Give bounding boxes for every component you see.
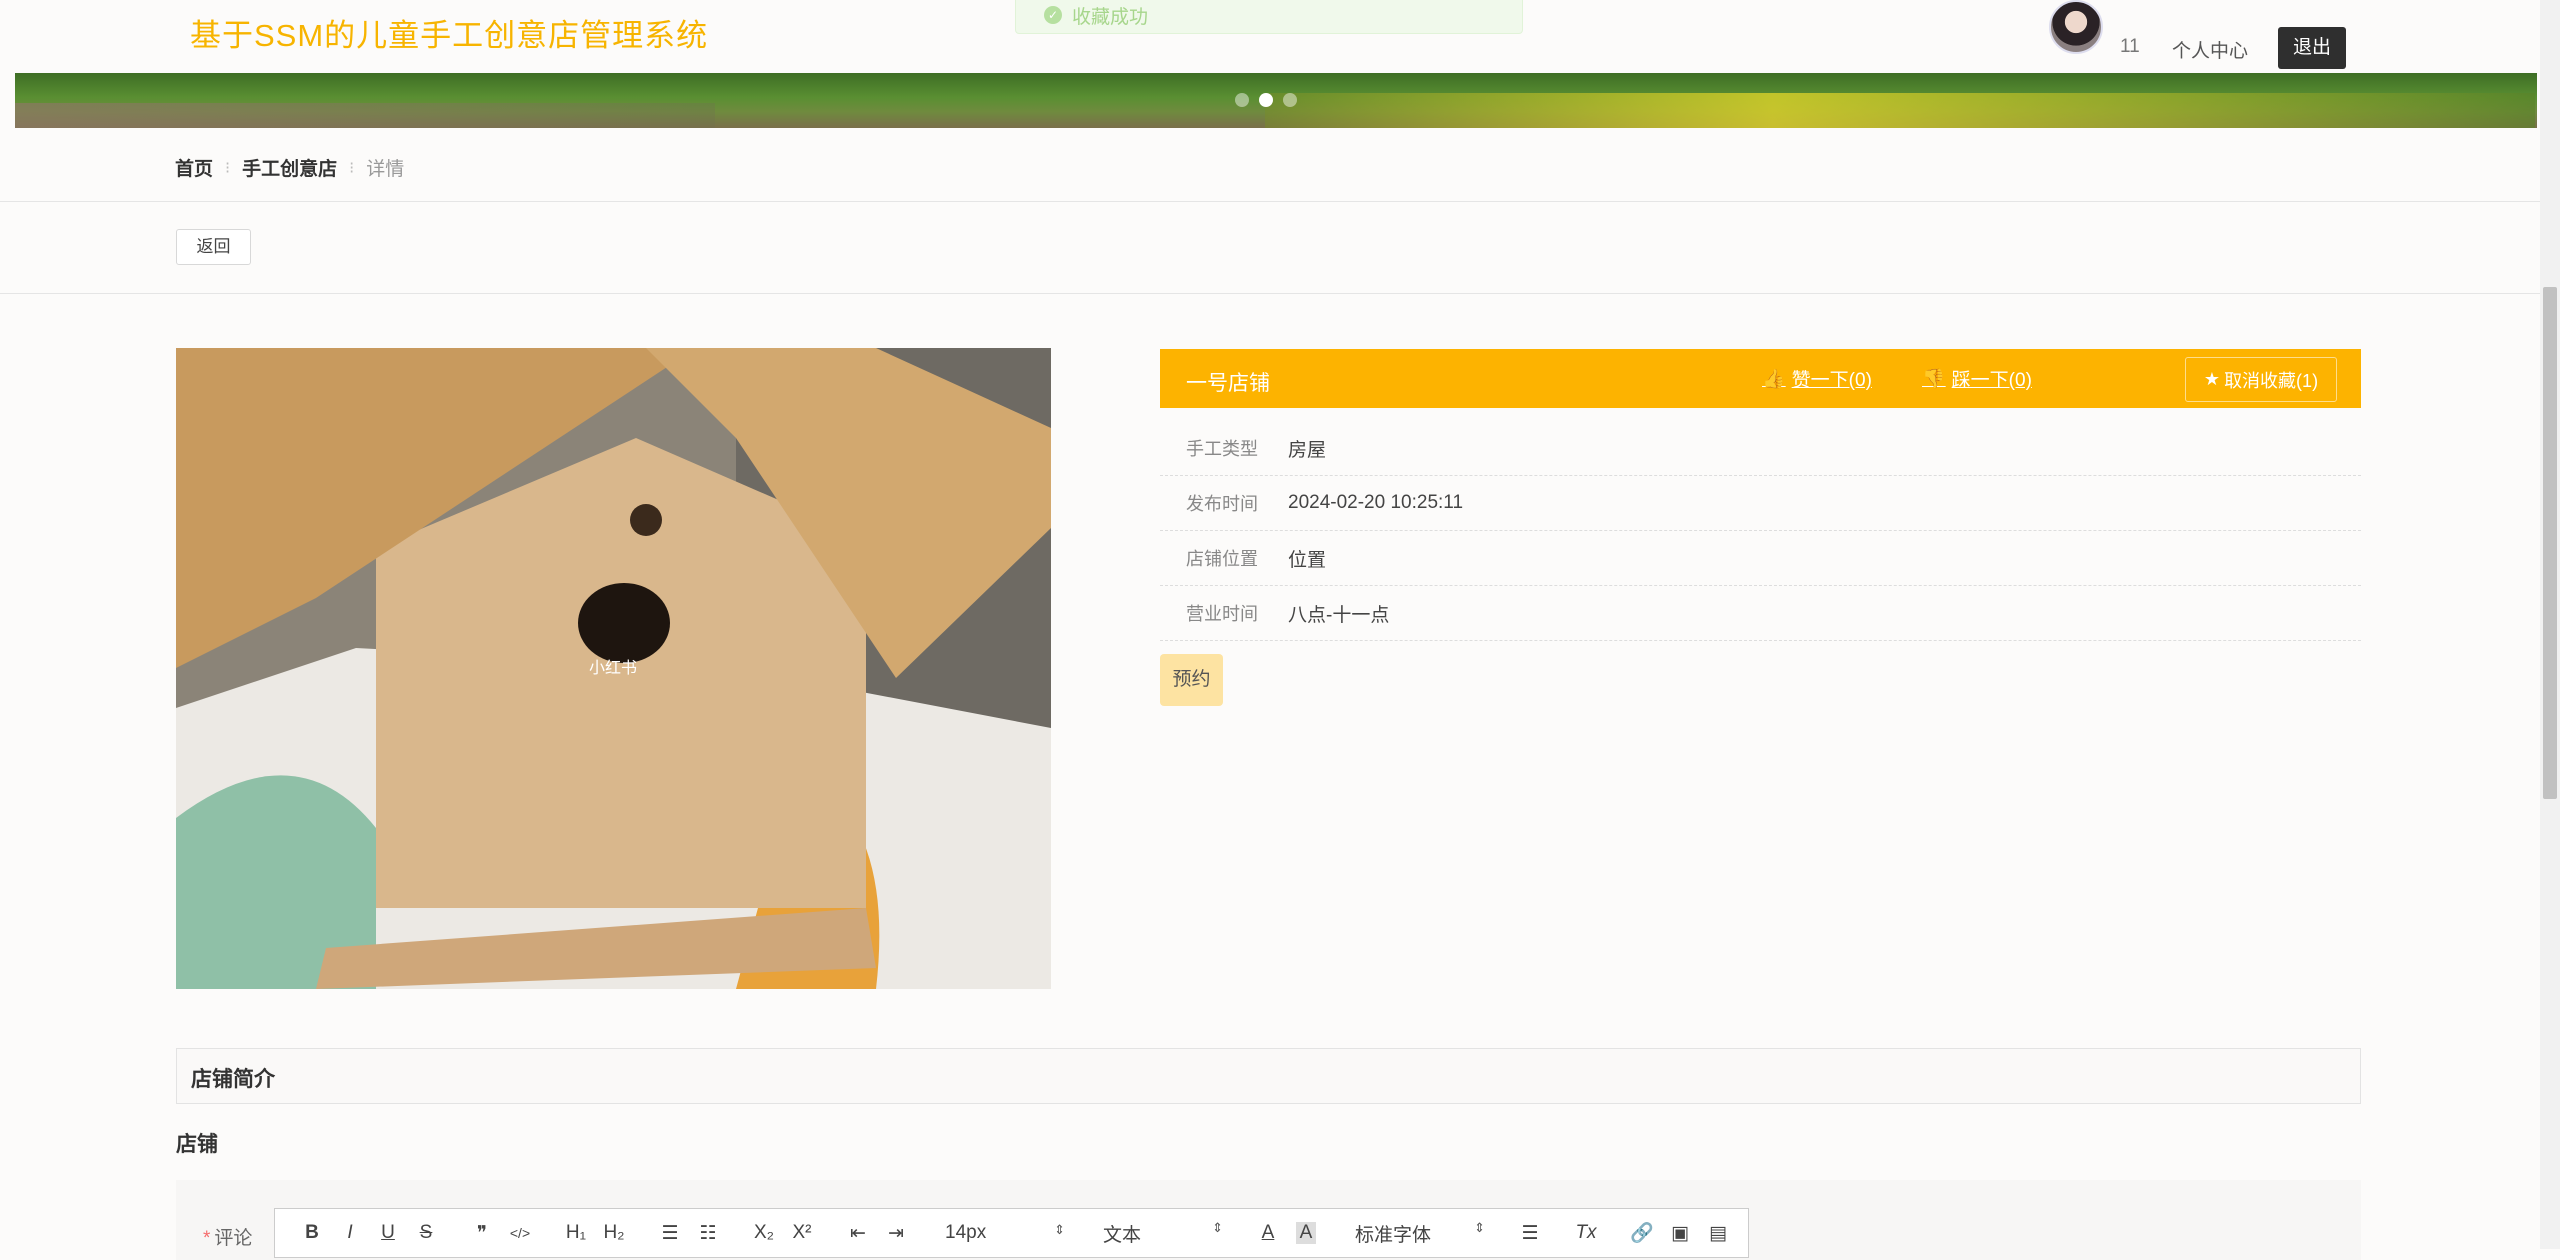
outdent-icon[interactable]: ⇤ bbox=[839, 1222, 877, 1245]
info-value: 位置 bbox=[1288, 549, 1327, 571]
like-label: 赞一下(0) bbox=[1791, 370, 1872, 391]
info-row: 店铺位置 位置 bbox=[1160, 531, 2361, 586]
strike-button[interactable]: S bbox=[407, 1222, 445, 1244]
editor-toolbar: B I U S ❞ </> H₁ H₂ ☰ ☷ X₂ X² ⇤ ⇥ 14px ⇕ … bbox=[274, 1208, 1749, 1258]
carousel-dot[interactable] bbox=[1283, 93, 1297, 107]
success-toast: ✓ 收藏成功 bbox=[1015, 0, 1523, 34]
font-family-value: 标准字体 bbox=[1355, 1224, 1432, 1246]
shop-header: 一号店铺 👍 赞一下(0) 👎 踩一下(0) ★ 取消收藏(1) bbox=[1160, 349, 2361, 408]
info-row: 发布时间 2024-02-20 10:25:11 bbox=[1160, 476, 2361, 531]
carousel-dot[interactable] bbox=[1235, 93, 1249, 107]
breadcrumb-separator-icon: ⁝ bbox=[225, 159, 231, 177]
unfavorite-button[interactable]: ★ 取消收藏(1) bbox=[2185, 357, 2337, 402]
clear-format-icon[interactable]: Tx bbox=[1567, 1222, 1605, 1244]
photo-watermark: 小红书 bbox=[589, 658, 637, 677]
h1-button[interactable]: H₁ bbox=[557, 1222, 595, 1244]
select-arrow-icon: ⇕ bbox=[1474, 1219, 1485, 1235]
info-label: 营业时间 bbox=[1186, 604, 1258, 624]
like-button[interactable]: 👍 赞一下(0) bbox=[1762, 365, 1872, 392]
star-icon: ★ bbox=[2203, 369, 2221, 389]
comment-label: * 评论 bbox=[203, 1223, 252, 1250]
check-icon: ✓ bbox=[1044, 6, 1062, 24]
info-value: 八点-十一点 bbox=[1288, 604, 1390, 626]
breadcrumb-separator-icon: ⁝ bbox=[349, 159, 355, 177]
thumbs-down-icon: 👎 bbox=[1922, 368, 1946, 390]
underline-button[interactable]: U bbox=[369, 1222, 407, 1244]
quote-icon[interactable]: ❞ bbox=[463, 1222, 501, 1245]
comment-label-text: 评论 bbox=[214, 1228, 253, 1249]
toast-text: 收藏成功 bbox=[1072, 6, 1149, 28]
font-size-value: 14px bbox=[945, 1222, 987, 1243]
avatar[interactable] bbox=[2049, 0, 2103, 54]
align-icon[interactable]: ☰ bbox=[1511, 1222, 1549, 1245]
header-value: 文本 bbox=[1103, 1224, 1142, 1246]
info-row: 手工类型 房屋 bbox=[1160, 421, 2361, 476]
required-mark: * bbox=[203, 1228, 211, 1249]
site-title: 基于SSM的儿童手工创意店管理系统 bbox=[190, 18, 709, 53]
back-button[interactable]: 返回 bbox=[176, 229, 251, 265]
bullet-list-icon[interactable]: ☷ bbox=[689, 1222, 727, 1245]
breadcrumb-home[interactable]: 首页 bbox=[175, 154, 213, 181]
intro-title: 店铺简介 bbox=[176, 1048, 2361, 1104]
username[interactable]: 11 bbox=[2120, 36, 2140, 58]
ordered-list-icon[interactable]: ☰ bbox=[651, 1222, 689, 1245]
italic-button[interactable]: I bbox=[331, 1222, 369, 1244]
font-family-select[interactable]: 标准字体 ⇕ bbox=[1347, 1220, 1493, 1247]
superscript-button[interactable]: X² bbox=[783, 1222, 821, 1244]
breadcrumb-section[interactable]: 手工创意店 bbox=[242, 154, 337, 181]
user-center-link[interactable]: 个人中心 bbox=[2172, 36, 2248, 63]
info-label: 发布时间 bbox=[1186, 494, 1258, 514]
book-button[interactable]: 预约 bbox=[1160, 654, 1223, 706]
scrollbar-thumb[interactable] bbox=[2543, 287, 2557, 799]
info-value: 房屋 bbox=[1288, 439, 1327, 461]
bold-button[interactable]: B bbox=[293, 1222, 331, 1244]
info-label: 店铺位置 bbox=[1186, 549, 1258, 569]
code-icon[interactable]: </> bbox=[501, 1225, 539, 1241]
link-icon[interactable]: 🔗 bbox=[1623, 1221, 1661, 1245]
carousel-indicators bbox=[1235, 93, 1297, 107]
info-label: 手工类型 bbox=[1186, 439, 1258, 459]
select-arrow-icon: ⇕ bbox=[1212, 1219, 1223, 1235]
indent-icon[interactable]: ⇥ bbox=[877, 1222, 915, 1245]
select-arrow-icon: ⇕ bbox=[1054, 1222, 1065, 1237]
video-icon[interactable]: ▤ bbox=[1699, 1222, 1737, 1245]
breadcrumb-current: 详情 bbox=[366, 159, 405, 180]
image-icon[interactable]: ▣ bbox=[1661, 1222, 1699, 1245]
dislike-button[interactable]: 👎 踩一下(0) bbox=[1922, 365, 2032, 392]
breadcrumb: 首页 ⁝ 手工创意店 ⁝ 详情 bbox=[175, 154, 404, 181]
thumbs-up-icon: 👍 bbox=[1762, 368, 1786, 390]
subscript-button[interactable]: X₂ bbox=[745, 1222, 783, 1244]
info-row: 营业时间 八点-十一点 bbox=[1160, 586, 2361, 641]
info-value: 2024-02-20 10:25:11 bbox=[1288, 492, 1464, 513]
text-color-icon[interactable]: A bbox=[1249, 1222, 1287, 1244]
shop-name: 一号店铺 bbox=[1186, 372, 1270, 395]
intro-body: 店铺 bbox=[176, 1133, 218, 1156]
header-select[interactable]: 文本 ⇕ bbox=[1095, 1220, 1231, 1247]
shop-photo: 小红书 bbox=[176, 348, 1051, 989]
favorite-label: 取消收藏(1) bbox=[2224, 370, 2319, 391]
h2-button[interactable]: H₂ bbox=[595, 1222, 633, 1244]
font-size-select[interactable]: 14px ⇕ bbox=[937, 1222, 1073, 1244]
background-color-icon[interactable]: A bbox=[1296, 1222, 1316, 1244]
logout-button[interactable]: 退出 bbox=[2278, 27, 2346, 69]
divider bbox=[0, 201, 2540, 202]
carousel-dot-active[interactable] bbox=[1259, 93, 1273, 107]
dislike-label: 踩一下(0) bbox=[1951, 370, 2032, 391]
divider bbox=[0, 293, 2540, 294]
